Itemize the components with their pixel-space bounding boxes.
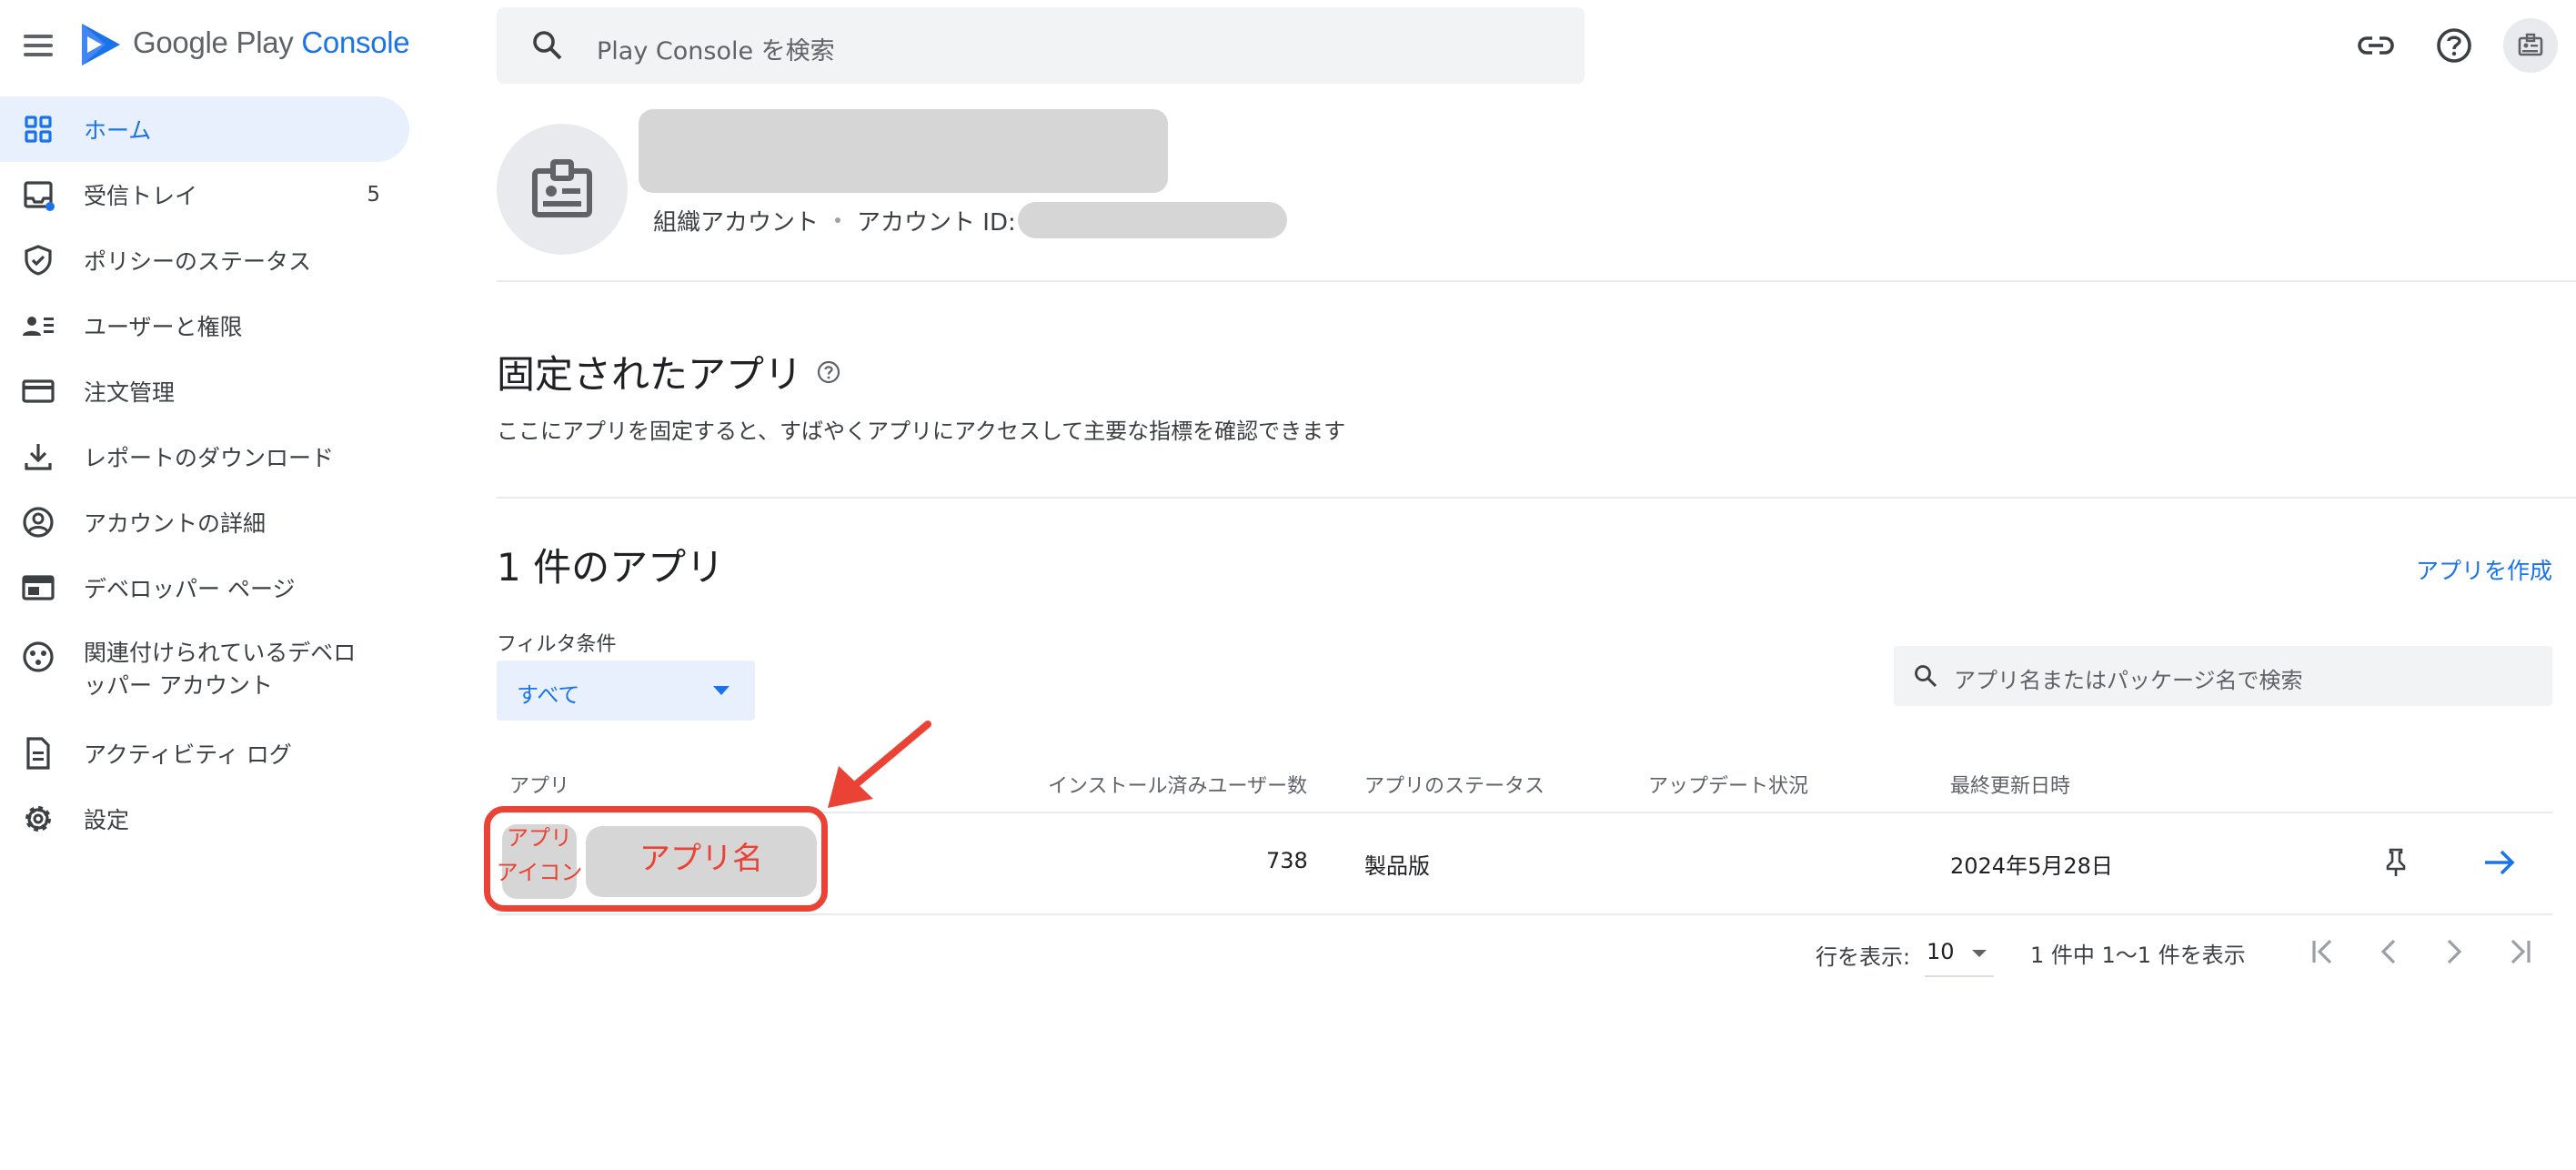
create-app-link[interactable]: アプリを作成 <box>2416 553 2552 586</box>
last-page-icon[interactable] <box>2501 933 2538 970</box>
sidebar-item-label: 受信トレイ <box>84 183 198 209</box>
divider <box>497 913 2552 915</box>
previous-page-icon[interactable] <box>2370 933 2407 970</box>
account-name-redacted <box>639 109 1168 193</box>
column-header-last-updated[interactable]: 最終更新日時 <box>1950 770 2070 799</box>
separator-dot <box>835 217 841 223</box>
account-id-redacted <box>1017 202 1287 238</box>
sidebar-item-activity-log[interactable]: アクティビティ ログ <box>0 721 409 786</box>
next-page-icon[interactable] <box>2436 933 2472 970</box>
arrow-right-icon[interactable] <box>2481 846 2518 879</box>
link-icon[interactable] <box>2354 24 2398 67</box>
sidebar-item-account-details[interactable]: アカウントの詳細 <box>0 489 409 555</box>
sidebar-item-label: 注文管理 <box>84 379 176 406</box>
app-count-heading: 1 件のアプリ <box>497 545 725 590</box>
badge-icon <box>532 159 592 217</box>
inbox-icon <box>24 181 55 211</box>
sidebar-item-label: アクティビティ ログ <box>84 741 292 768</box>
account-circle-icon <box>23 507 54 538</box>
search-icon <box>1915 665 1937 688</box>
download-icon <box>25 444 52 470</box>
sidebar-item-orders[interactable]: 注文管理 <box>0 358 409 424</box>
account-meta: 組織アカウント アカウント ID: <box>653 202 1287 238</box>
sidebar-item-home[interactable]: ホーム <box>0 96 409 162</box>
sidebar-item-users[interactable]: ユーザーと権限 <box>0 293 409 358</box>
inbox-count-badge: 5 <box>367 183 380 207</box>
help-icon[interactable] <box>2432 24 2476 67</box>
brand-name: Google Play Console <box>133 25 410 59</box>
dashboard-icon <box>25 116 52 143</box>
badge-icon <box>2518 33 2543 56</box>
document-icon <box>26 737 50 770</box>
account-id-label: アカウント ID: <box>857 208 1016 237</box>
credit-card-icon <box>22 379 55 403</box>
account-avatar <box>497 124 628 255</box>
filter-dropdown[interactable]: すべて <box>497 661 755 721</box>
rows-per-page-select[interactable]: 10 <box>1925 932 1994 977</box>
last-updated-cell: 2024年5月28日 <box>1950 853 2113 879</box>
status-cell: 製品版 <box>1364 853 1430 879</box>
installs-cell: 738 <box>1266 848 1308 873</box>
divider <box>497 280 2576 282</box>
chevron-down-icon <box>1972 950 1987 957</box>
sidebar-item-report-download[interactable]: レポートのダウンロード <box>0 424 409 489</box>
column-header-app[interactable]: アプリ <box>509 770 569 799</box>
sidebar-item-label: 関連付けられているデベロ ッパー アカウント <box>84 640 357 699</box>
rows-per-page-label: 行を表示: <box>1816 944 1911 970</box>
sidebar-item-label: ホーム <box>84 117 152 144</box>
pagination-range: 1 件中 1〜1 件を表示 <box>2030 943 2246 968</box>
pinned-apps-description: ここにアプリを固定すると、すばやくアプリにアクセスして主要な指標を確認できます <box>497 419 1346 444</box>
sidebar-nav: ホーム 受信トレイ 5 ポリシーのステータス ユーザーと権限 注文管理 レポート… <box>0 96 409 852</box>
annotation-arrow-icon <box>828 721 931 808</box>
filter-value: すべて <box>517 682 580 708</box>
sidebar-item-label: 設定 <box>84 807 130 833</box>
shield-icon <box>25 245 52 276</box>
sidebar-item-developer-page[interactable]: デベロッパー ページ <box>0 555 409 620</box>
app-search-input[interactable]: アプリ名またはパッケージ名で検索 <box>1954 662 2303 694</box>
console-search-bar[interactable]: Play Console を検索 <box>497 7 1585 84</box>
sidebar-item-label: ユーザーと権限 <box>84 314 243 340</box>
account-type: 組織アカウント <box>653 208 820 237</box>
play-console-logo <box>82 24 120 66</box>
account-avatar-button[interactable] <box>2503 18 2558 73</box>
first-page-icon[interactable] <box>2305 933 2341 970</box>
filter-label: フィルタ条件 <box>497 633 617 656</box>
help-circle-icon[interactable] <box>815 358 842 386</box>
app-search-field[interactable]: アプリ名またはパッケージ名で検索 <box>1894 646 2552 706</box>
brand-header: Google Play Console <box>0 0 473 91</box>
sidebar-item-label: デベロッパー ページ <box>84 576 296 602</box>
sidebar-item-policy-status[interactable]: ポリシーのステータス <box>0 227 409 293</box>
users-icon <box>23 317 54 336</box>
rows-per-page-value: 10 <box>1927 939 1955 964</box>
sidebar-item-label: アカウントの詳細 <box>84 510 267 537</box>
search-input[interactable]: Play Console を検索 <box>597 31 835 66</box>
pin-icon[interactable] <box>2381 846 2410 879</box>
pinned-apps-heading: 固定されたアプリ <box>497 344 842 399</box>
linked-accounts-icon <box>23 641 54 672</box>
divider <box>497 497 2576 499</box>
chevron-down-icon <box>713 686 730 695</box>
column-header-update-status[interactable]: アップデート状況 <box>1648 770 1808 799</box>
column-header-status[interactable]: アプリのステータス <box>1364 770 1545 799</box>
gear-icon <box>25 806 51 832</box>
menu-icon[interactable] <box>20 27 56 64</box>
sidebar-item-label: ポリシーのステータス <box>84 248 312 275</box>
sidebar-item-label: レポートのダウンロード <box>84 445 335 471</box>
web-page-icon <box>22 575 55 600</box>
annotation-highlight-box <box>484 806 828 912</box>
column-header-installs[interactable]: インストール済みユーザー数 <box>1048 770 1307 799</box>
sidebar-item-linked-accounts[interactable]: 関連付けられているデベロ ッパー アカウント <box>0 620 409 721</box>
search-icon <box>533 31 562 60</box>
sidebar-item-inbox[interactable]: 受信トレイ 5 <box>0 162 409 227</box>
sidebar-item-settings[interactable]: 設定 <box>0 786 409 852</box>
